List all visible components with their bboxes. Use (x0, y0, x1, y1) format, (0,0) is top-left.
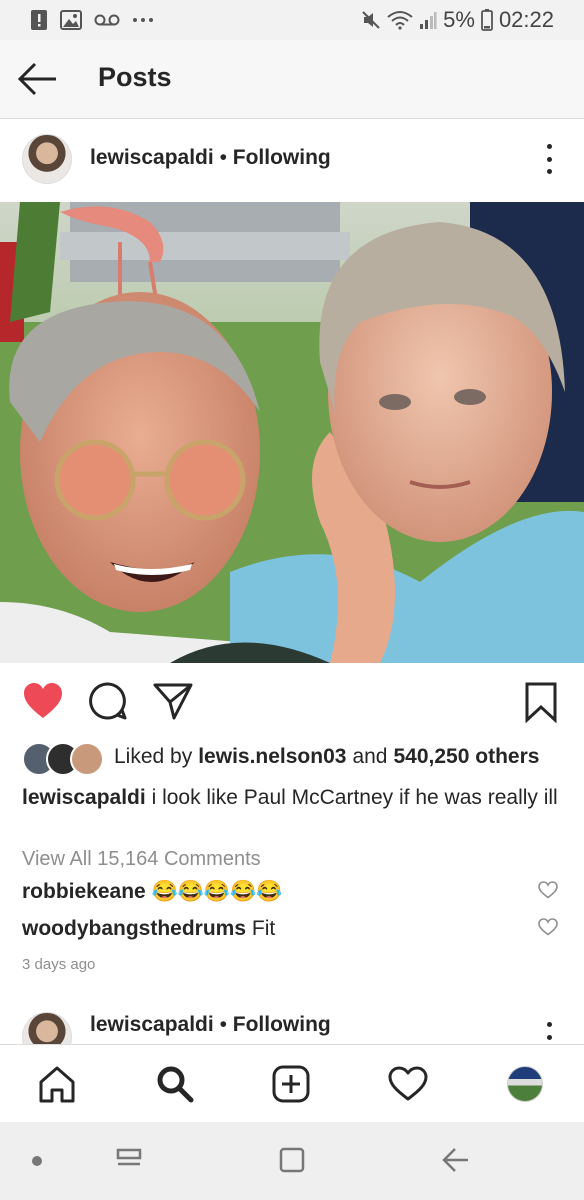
bottom-nav (0, 1044, 584, 1123)
battery-icon (481, 9, 493, 31)
nav-new-post[interactable] (270, 1063, 312, 1105)
share-icon[interactable] (152, 681, 194, 721)
username-link[interactable]: lewiscapaldi (90, 1013, 214, 1036)
comment-username[interactable]: robbiekeane (22, 880, 146, 903)
back-arrow-icon[interactable] (440, 1146, 470, 1174)
page-title: Posts (98, 62, 172, 92)
post-photo[interactable] (0, 202, 584, 663)
likes-joiner: and (352, 745, 388, 768)
system-nav-bar (0, 1122, 584, 1200)
mute-icon (362, 11, 380, 29)
caption-text: i look like Paul McCartney if he was rea… (151, 786, 558, 809)
comment-row: robbiekeane 😂😂😂😂😂 (22, 880, 282, 904)
post-actions (0, 663, 584, 739)
post-author: lewiscapaldi • Following (90, 146, 331, 170)
follow-status[interactable]: Following (233, 146, 331, 169)
like-heart-icon[interactable] (22, 681, 64, 721)
liker-avatar (70, 742, 104, 776)
home-square-icon[interactable] (278, 1146, 306, 1174)
comment-username[interactable]: woodybangsthedrums (22, 917, 246, 940)
battery-percent: 5% (443, 7, 475, 32)
likes-prefix: Liked by (114, 745, 193, 768)
nav-profile[interactable] (504, 1063, 546, 1105)
back-arrow-icon[interactable] (16, 60, 60, 98)
next-post-header: lewiscapaldi • Following (0, 1000, 584, 1044)
signal-icon (420, 12, 437, 29)
username-link[interactable]: lewiscapaldi (90, 146, 214, 169)
nav-home[interactable] (36, 1063, 78, 1105)
activity-heart-icon (388, 1066, 428, 1101)
post-timestamp: 3 days ago (22, 956, 96, 973)
comment-like-icon[interactable] (538, 881, 558, 899)
comment-like-icon[interactable] (538, 918, 558, 936)
more-options-icon[interactable] (544, 1022, 554, 1044)
home-icon (39, 1066, 75, 1103)
comment-icon[interactable] (88, 681, 128, 721)
search-icon (157, 1066, 194, 1103)
nav-activity[interactable] (387, 1063, 429, 1105)
recent-apps-icon[interactable] (114, 1146, 144, 1174)
bookmark-icon[interactable] (524, 681, 558, 723)
comment-row: woodybangsthedrums Fit (22, 917, 275, 941)
profile-avatar (507, 1066, 543, 1102)
app-header: Posts (0, 40, 584, 119)
avatar[interactable] (22, 134, 72, 184)
liker-avatars (22, 741, 104, 776)
image-icon (60, 10, 82, 30)
separator-dot: • (219, 146, 227, 169)
more-dots-icon (133, 18, 153, 22)
comment-text: Fit (251, 917, 276, 940)
more-options-icon[interactable] (544, 144, 554, 174)
likes-summary[interactable]: Liked by lewis.nelson03 and 540,250 othe… (22, 740, 582, 776)
post-caption: lewiscapaldi i look like Paul McCartney … (22, 783, 562, 813)
post-author: lewiscapaldi • Following (90, 1013, 331, 1037)
status-bar: 5% 02:22 (0, 0, 584, 40)
liker-username[interactable]: lewis.nelson03 (198, 745, 346, 769)
nav-search[interactable] (154, 1063, 196, 1105)
avatar[interactable] (22, 1012, 72, 1044)
clock: 02:22 (498, 7, 554, 32)
caption-username[interactable]: lewiscapaldi (22, 786, 146, 809)
follow-status[interactable]: Following (233, 1013, 331, 1036)
voicemail-icon (94, 14, 120, 26)
alert-icon (31, 10, 47, 30)
comment-text: 😂😂😂😂😂 (151, 880, 283, 903)
view-all-comments-link[interactable]: View All 15,164 Comments (22, 848, 261, 871)
likes-count[interactable]: 540,250 others (394, 745, 540, 769)
separator-dot: • (219, 1013, 227, 1036)
post-header: lewiscapaldi • Following (0, 118, 584, 202)
dot-icon[interactable] (31, 1155, 43, 1167)
wifi-icon (387, 11, 413, 30)
add-post-icon (272, 1065, 310, 1103)
